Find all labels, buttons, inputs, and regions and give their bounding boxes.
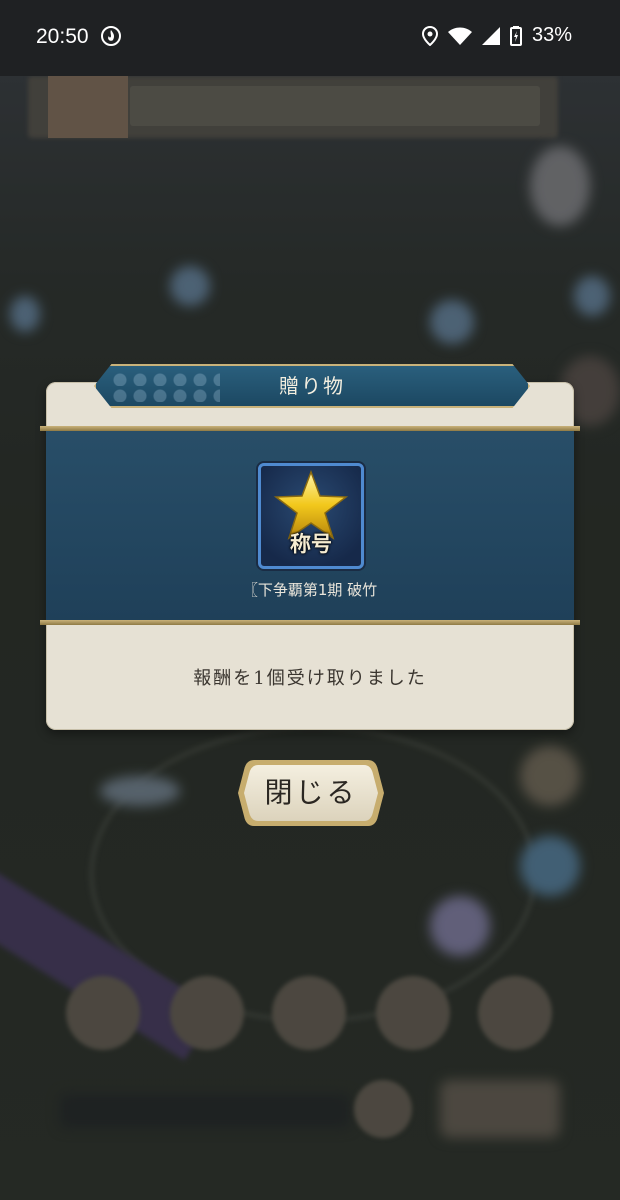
wifi-icon	[447, 27, 472, 45]
divider-bottom	[40, 620, 580, 625]
status-bar: 20:50 33%	[0, 0, 620, 76]
gift-dialog: 称号 〖下争覇第1期 破竹 贈り物 報酬を1個受け取りました	[40, 364, 580, 730]
close-button-label: 閉じる	[264, 776, 358, 809]
dialog-title: 贈り物	[279, 374, 345, 398]
reward-badge-label: 称号	[290, 531, 332, 556]
divider-top	[40, 426, 580, 431]
reward-area: 称号 〖下争覇第1期 破竹	[46, 431, 574, 620]
battery-icon	[509, 25, 522, 46]
reward-item[interactable]: 称号	[258, 463, 364, 569]
reward-message: 報酬を1個受け取りました	[193, 668, 427, 689]
battery-percent: 33%	[531, 24, 572, 46]
location-icon	[421, 25, 438, 46]
close-button[interactable]: 閉じる	[238, 756, 384, 830]
dialog-title-bar: 贈り物	[94, 364, 530, 408]
reward-item-name: 〖下争覇第1期 破竹	[242, 581, 378, 599]
fire-icon	[101, 26, 121, 46]
signal-icon	[481, 26, 500, 45]
status-time: 20:50	[36, 25, 89, 48]
